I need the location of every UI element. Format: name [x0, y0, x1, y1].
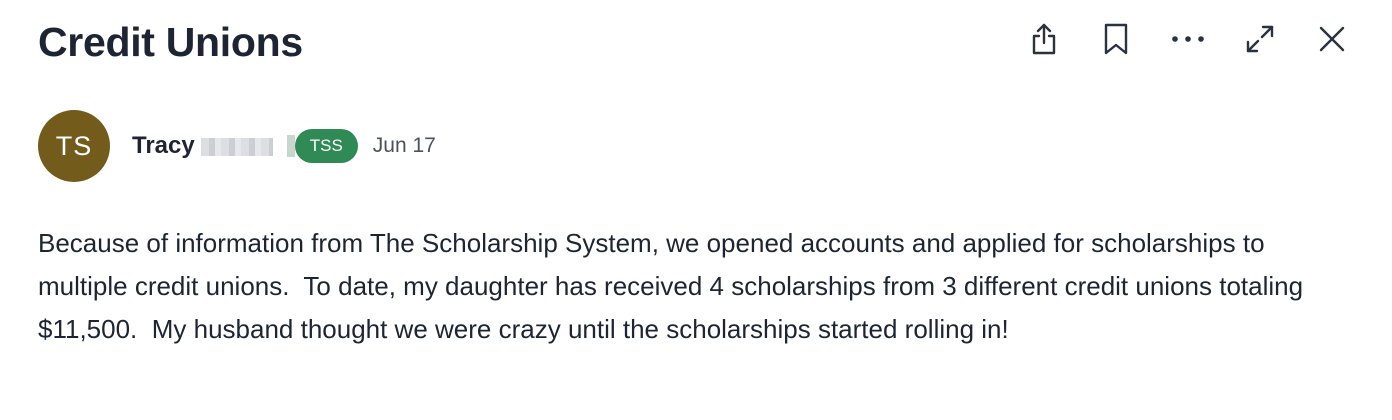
post-panel: Credit Unions TS Tracy TSS Jun 17 Becaus… — [0, 0, 1392, 420]
post-body: Because of information from The Scholars… — [38, 228, 1311, 344]
redaction-mark — [286, 135, 295, 157]
bookmark-button[interactable] — [1096, 19, 1136, 59]
post-header: TS Tracy TSS Jun 17 — [38, 110, 436, 182]
close-icon — [1319, 26, 1345, 52]
expand-button[interactable] — [1240, 19, 1280, 59]
post-title: Credit Unions — [38, 19, 303, 65]
bookmark-icon — [1104, 23, 1128, 55]
avatar[interactable]: TS — [38, 110, 110, 182]
close-button[interactable] — [1312, 19, 1352, 59]
share-icon — [1032, 23, 1056, 55]
member-badge: TSS — [294, 129, 358, 163]
redacted-last-name — [200, 137, 273, 156]
more-icon — [1172, 36, 1204, 42]
more-options-button[interactable] — [1168, 19, 1208, 59]
expand-icon — [1246, 25, 1274, 53]
author-first-name: Tracy — [132, 132, 195, 159]
post-date: Jun 17 — [372, 134, 436, 157]
author-name[interactable]: Tracy — [132, 132, 273, 160]
post-toolbar — [992, 18, 1352, 60]
share-button[interactable] — [1024, 19, 1064, 59]
